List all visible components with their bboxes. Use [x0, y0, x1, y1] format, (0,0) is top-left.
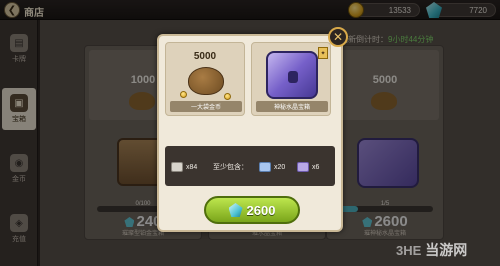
- epic-cards: x6: [297, 160, 319, 174]
- common-card-icon: [171, 162, 183, 172]
- chest-contents: x84 至少包含： x20 x6: [165, 146, 335, 186]
- chest-badge-icon: ✦: [318, 47, 328, 59]
- rare-card-icon: [259, 162, 271, 172]
- chest-prize-label: 神秘水晶宝箱: [256, 101, 328, 112]
- rare-card-count: x20: [274, 163, 286, 171]
- lock-icon: [288, 71, 298, 83]
- gold-prize-box: 5000 一大袋金币: [165, 42, 245, 116]
- chest-purchase-modal: 5000 一大袋金币 ✦ 神秘水晶宝箱 x84 至少包含： x20 x6 260…: [157, 34, 343, 232]
- guarantee-label: 至少包含：: [213, 160, 248, 174]
- gem-icon: [228, 203, 243, 217]
- buy-price: 2600: [246, 202, 276, 218]
- chest-prize-box: ✦ 神秘水晶宝箱: [251, 42, 331, 116]
- watermark-text: 当游网: [425, 242, 468, 258]
- watermark: 3HE 当游网: [396, 238, 496, 262]
- mystic-crystal-chest-icon: [266, 51, 318, 99]
- guarantee-text: 至少包含：: [213, 164, 248, 171]
- common-card-count: x84: [186, 163, 198, 171]
- watermark-logo: 3HE: [396, 242, 422, 258]
- common-cards: x84: [171, 160, 197, 174]
- close-icon[interactable]: ✕: [328, 27, 348, 47]
- coin-icon: [224, 93, 231, 100]
- rare-cards: x20: [259, 160, 285, 174]
- gold-prize-label: 一大袋金币: [170, 101, 242, 112]
- gold-prize-amount: 5000: [193, 51, 217, 62]
- coin-icon: [180, 91, 187, 98]
- epic-card-icon: [297, 162, 309, 172]
- epic-card-count: x6: [312, 163, 320, 171]
- gold-bag-icon: [188, 67, 224, 95]
- buy-button[interactable]: 2600: [204, 196, 300, 224]
